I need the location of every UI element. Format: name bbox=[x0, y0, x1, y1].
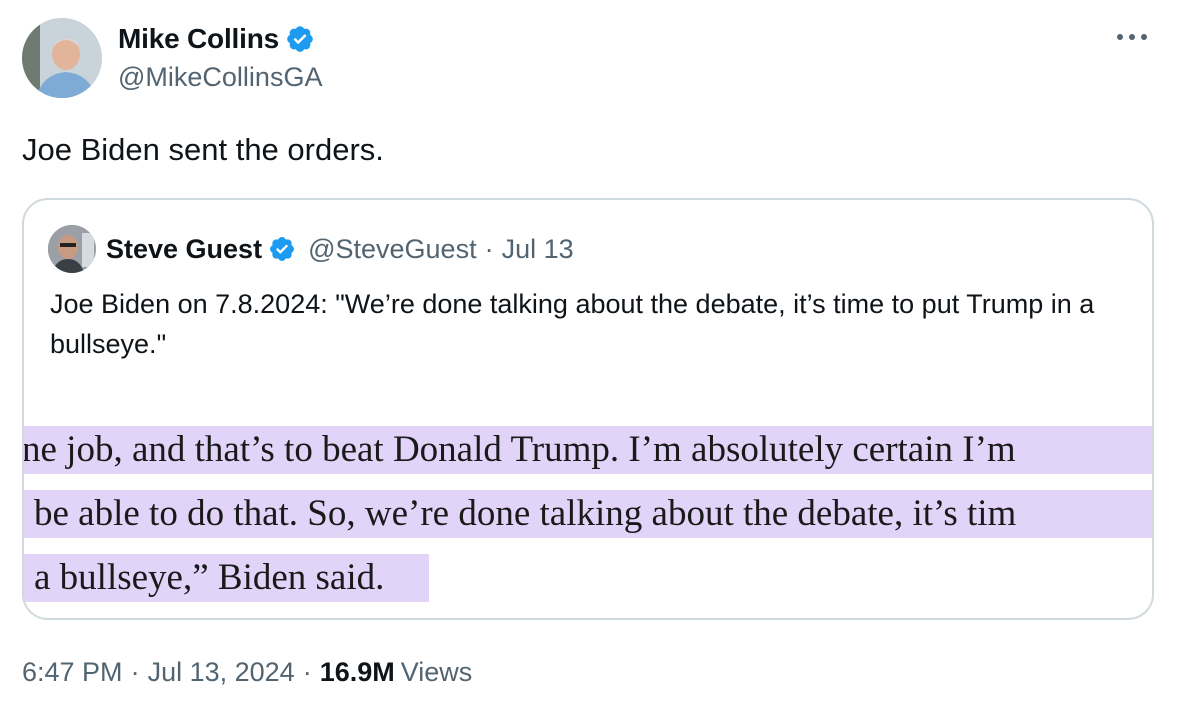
meta-separator: · bbox=[130, 656, 140, 687]
avatar-photo-icon bbox=[22, 18, 102, 98]
author-avatar[interactable] bbox=[22, 18, 102, 98]
views-count: 16.9M bbox=[319, 656, 395, 687]
more-options-button[interactable] bbox=[1112, 20, 1152, 54]
tweet-meta: 6:47 PM · Jul 13, 2024 · 16.9M Views bbox=[22, 652, 472, 692]
quoted-author-avatar[interactable] bbox=[48, 225, 96, 273]
author-name[interactable]: Mike Collins bbox=[118, 23, 279, 55]
quoted-date[interactable]: Jul 13 bbox=[502, 234, 574, 265]
quoted-image-line: be able to do that. So, we’re done talki… bbox=[24, 490, 1152, 538]
quoted-image-line: a bullseye,” Biden said. bbox=[24, 554, 429, 602]
author-name-row: Mike Collins bbox=[118, 22, 315, 56]
quoted-avatar-photo-icon bbox=[48, 225, 96, 273]
quoted-author-name[interactable]: Steve Guest bbox=[106, 234, 262, 265]
meta-separator: · bbox=[302, 656, 312, 687]
verified-badge-icon bbox=[287, 26, 313, 52]
quoted-tweet-text: Joe Biden on 7.8.2024: "We’re done talki… bbox=[50, 289, 1095, 359]
tweet-text: Joe Biden sent the orders. bbox=[22, 132, 384, 167]
quoted-verified-badge-icon bbox=[270, 237, 295, 261]
quoted-tweet-header: Steve Guest @SteveGuest · Jul 13 bbox=[48, 224, 574, 274]
quoted-separator: · bbox=[484, 233, 494, 264]
quoted-image-line: ne job, and that’s to beat Donald Trump.… bbox=[24, 426, 1152, 474]
more-options-icon bbox=[1117, 34, 1147, 40]
quoted-image[interactable]: ne job, and that’s to beat Donald Trump.… bbox=[24, 410, 1152, 610]
author-handle[interactable]: @MikeCollinsGA bbox=[118, 62, 322, 93]
tweet: Mike Collins @MikeCollinsGA Joe Biden se… bbox=[0, 0, 1178, 710]
quoted-author-handle[interactable]: @SteveGuest bbox=[308, 234, 477, 265]
tweet-time[interactable]: 6:47 PM bbox=[22, 657, 123, 688]
views-label: Views bbox=[400, 656, 473, 687]
quoted-tweet[interactable]: Steve Guest @SteveGuest · Jul 13 Joe Bid… bbox=[22, 198, 1154, 620]
tweet-date[interactable]: Jul 13, 2024 bbox=[148, 657, 295, 688]
